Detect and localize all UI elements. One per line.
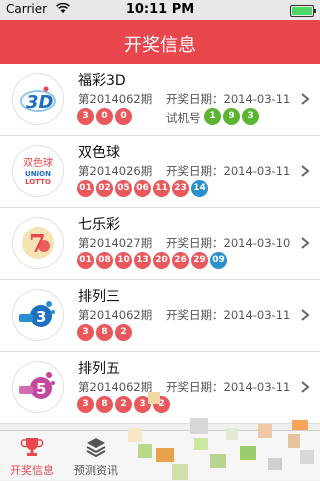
- trial-ball: 1: [204, 108, 221, 125]
- battery-icon: [290, 5, 316, 17]
- trial-number-label: 试机号: [166, 111, 201, 125]
- pl5-logo: 5: [12, 361, 64, 413]
- lottery-issue: 第2014027期: [78, 236, 153, 250]
- watermark-mosaic: [128, 392, 314, 480]
- red-ball: 3: [77, 396, 94, 413]
- lottery-name: 福彩3D: [78, 73, 126, 89]
- red-ball: 02: [96, 180, 113, 197]
- winning-numbers: 01 08 10 13 20 26 29 09: [77, 252, 229, 270]
- logo-text: 5: [36, 380, 46, 398]
- svg-text:3D: 3D: [26, 92, 54, 113]
- tab-forecast-news[interactable]: 预测资讯: [64, 431, 128, 481]
- winning-numbers: 3 8 2: [77, 324, 134, 342]
- red-ball: 26: [172, 252, 189, 269]
- ssq-logo: 双色球 UNION LOTTO: [12, 145, 64, 197]
- red-ball: 20: [153, 252, 170, 269]
- blue-ball: 09: [210, 252, 227, 269]
- winning-numbers: 3 0 0: [77, 108, 134, 126]
- red-ball: 8: [96, 396, 113, 413]
- lottery-issue: 第2014062期: [78, 92, 153, 106]
- logo-text: UNION: [25, 170, 51, 178]
- chevron-right-icon: [301, 309, 310, 321]
- trial-numbers: 1 9 3: [204, 108, 261, 125]
- qlc-logo: 7: [12, 217, 64, 269]
- lottery-row-qlc[interactable]: 7 七乐彩 第2014027期 开奖日期：2014-03-10 01 08 10…: [0, 208, 320, 280]
- page-title: 开奖信息: [124, 35, 196, 56]
- layers-icon: [86, 438, 106, 458]
- lottery-issue: 第2014062期: [78, 308, 153, 322]
- red-ball: 05: [115, 180, 132, 197]
- red-ball: 08: [96, 252, 113, 269]
- red-ball: 0: [96, 108, 113, 125]
- blue-ball: 14: [191, 180, 208, 197]
- logo-text: 3: [36, 308, 46, 326]
- logo-text: LOTTO: [25, 178, 51, 186]
- lottery-name: 双色球: [78, 145, 120, 161]
- trial-ball: 3: [242, 108, 259, 125]
- red-ball: 13: [134, 252, 151, 269]
- lottery-name: 七乐彩: [78, 217, 120, 233]
- lottery-date: 开奖日期：2014-03-11: [166, 308, 291, 322]
- red-ball: 2: [115, 324, 132, 341]
- lottery-date: 开奖日期：2014-03-11: [166, 164, 291, 178]
- trophy-icon: [20, 438, 44, 456]
- lottery-list: 3D 福彩3D 第2014062期 开奖日期：2014-03-11 3 0 0 …: [0, 64, 320, 424]
- logo-text: 双色球: [23, 156, 53, 169]
- tab-label: 开奖信息: [10, 464, 54, 477]
- status-time: 10:11 PM: [125, 2, 195, 17]
- lottery-row-ssq[interactable]: 双色球 UNION LOTTO 双色球 第2014026期 开奖日期：2014-…: [0, 136, 320, 208]
- red-ball: 01: [77, 180, 94, 197]
- lottery-issue: 第2014026期: [78, 164, 153, 178]
- red-ball: 10: [115, 252, 132, 269]
- pl3-logo: 3: [12, 289, 64, 341]
- chevron-right-icon: [301, 237, 310, 249]
- chevron-right-icon: [301, 165, 310, 177]
- status-bar: Carrier 10:11 PM: [0, 0, 320, 20]
- red-ball: 0: [115, 108, 132, 125]
- red-ball: 3: [77, 108, 94, 125]
- lottery-date: 开奖日期：2014-03-10: [166, 236, 291, 250]
- lottery-name: 排列三: [78, 289, 120, 305]
- lottery-date: 开奖日期：2014-03-11: [166, 92, 291, 106]
- trial-ball: 9: [223, 108, 240, 125]
- tab-lottery-info[interactable]: 开奖信息: [0, 431, 64, 481]
- red-ball: 8: [96, 324, 113, 341]
- lottery-row-pl3[interactable]: 3 排列三 第2014062期 开奖日期：2014-03-11 3 8 2: [0, 280, 320, 352]
- winning-numbers: 01 02 05 06 11 23 14: [77, 180, 210, 198]
- red-ball: 23: [172, 180, 189, 197]
- fc3d-logo: 3D: [12, 73, 64, 125]
- red-ball: 01: [77, 252, 94, 269]
- red-ball: 11: [153, 180, 170, 197]
- red-ball: 29: [191, 252, 208, 269]
- red-ball: 06: [134, 180, 151, 197]
- lottery-name: 排列五: [78, 361, 120, 377]
- chevron-right-icon: [301, 93, 310, 105]
- red-ball: 3: [77, 324, 94, 341]
- lottery-row-fc3d[interactable]: 3D 福彩3D 第2014062期 开奖日期：2014-03-11 3 0 0 …: [0, 64, 320, 136]
- tab-label: 预测资讯: [74, 464, 118, 477]
- nav-bar: 开奖信息: [0, 20, 320, 64]
